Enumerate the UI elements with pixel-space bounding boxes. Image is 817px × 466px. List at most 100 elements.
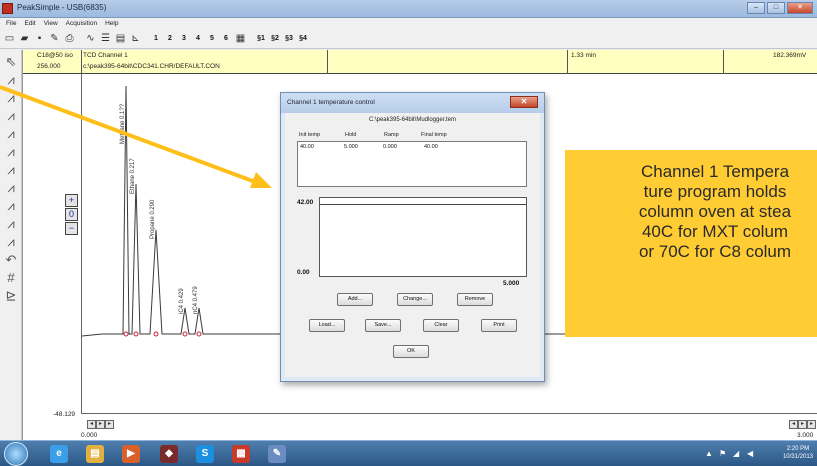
- zoom-out-button[interactable]: −: [65, 222, 78, 235]
- toolbar: ▭ ▰ ▪ ✎ ⎙ ∿ ☰ ▤ ⊾ 1 2 3 4 5 6 ▦ §1 §2 §3…: [0, 29, 817, 49]
- peak-marker-ethane: [133, 331, 139, 337]
- scroll-right-start-icon[interactable]: ◂: [789, 420, 798, 429]
- scroll-left-controls: ◂ ▸ ▸: [87, 420, 114, 429]
- col-hold: Hold: [345, 132, 357, 138]
- paint-icon[interactable]: ✎: [268, 445, 286, 463]
- annotation-callout: Channel 1 Tempera ture program holds col…: [565, 150, 817, 337]
- peak-label-propane: Propane 0.290: [150, 199, 156, 239]
- minimize-button[interactable]: –: [747, 2, 765, 14]
- integrate-icon[interactable]: ∿: [84, 32, 97, 45]
- peak-label-nc4: nC4 0.479: [193, 286, 199, 314]
- peak-tool-icon[interactable]: ⩘: [3, 72, 19, 88]
- edit-icon[interactable]: ✎: [48, 32, 61, 45]
- flag-icon[interactable]: ⚑: [719, 449, 726, 458]
- chromatogram-file: c:\peak395-64bit\CDC341.CHR/DEFAULT.CON: [83, 63, 220, 70]
- grid-icon[interactable]: #: [3, 270, 19, 286]
- list-icon[interactable]: ☰: [99, 32, 112, 45]
- overlay-icon[interactable]: ▦: [234, 32, 247, 45]
- peak-tool-icon[interactable]: ⩘: [3, 108, 19, 124]
- group-3-button[interactable]: §3: [283, 32, 295, 45]
- zoom-reset-button[interactable]: 0: [65, 208, 78, 221]
- save-icon[interactable]: ▪: [33, 32, 46, 45]
- start-button[interactable]: [4, 442, 28, 466]
- peak-marker-ic4: [182, 331, 188, 337]
- zoom-in-button[interactable]: +: [65, 194, 78, 207]
- clear-button[interactable]: Clear: [423, 319, 459, 332]
- peak-tool-icon[interactable]: ⩘: [3, 180, 19, 196]
- channel-4-button[interactable]: 4: [192, 32, 204, 45]
- peaksimple-task-icon[interactable]: ▦: [232, 445, 250, 463]
- row-init-temp: 40.00: [300, 144, 314, 150]
- remove-button[interactable]: Remove: [457, 293, 493, 306]
- scroll-left-icon[interactable]: ▸: [96, 420, 105, 429]
- title-bar: PeakSimple - USB(6835) – □ ✕: [0, 0, 817, 18]
- col-init-temp: Init temp: [299, 132, 321, 138]
- peak-tool-icon[interactable]: ⩘: [3, 162, 19, 178]
- cursor-signal: 182.369mV: [773, 52, 807, 59]
- dialog-close-button[interactable]: ✕: [510, 96, 538, 108]
- chart-icon[interactable]: ⊾: [129, 32, 142, 45]
- channel-3-button[interactable]: 3: [178, 32, 190, 45]
- peak-tool-icon[interactable]: ⩘: [3, 198, 19, 214]
- peak-label-methane: Methane 0.1??: [120, 103, 126, 144]
- scroll-right-end-icon[interactable]: ▸: [807, 420, 816, 429]
- signal-icon[interactable]: ◢: [733, 449, 739, 458]
- new-icon[interactable]: ▭: [3, 32, 16, 45]
- media-player-icon[interactable]: ▶: [122, 445, 140, 463]
- channel-6-button[interactable]: 6: [220, 32, 232, 45]
- col-final-temp: Final temp: [421, 132, 447, 138]
- peak-tool-icon[interactable]: ⩘: [3, 144, 19, 160]
- group-4-button[interactable]: §4: [297, 32, 309, 45]
- print-icon[interactable]: ⎙: [63, 32, 76, 45]
- volume-icon[interactable]: ◀: [747, 449, 753, 458]
- change-button[interactable]: Change...: [397, 293, 433, 306]
- group-1-button[interactable]: §1: [255, 32, 267, 45]
- add-button[interactable]: Add...: [337, 293, 373, 306]
- scroll-left-start-icon[interactable]: ◂: [87, 420, 96, 429]
- window-title: PeakSimple - USB(6835): [17, 3, 107, 12]
- dialog-title-bar[interactable]: Channel 1 temperature control ✕: [281, 93, 544, 113]
- menu-file[interactable]: File: [6, 18, 16, 29]
- clock-date: 10/31/2013: [782, 454, 813, 460]
- x-start-label: 0.000: [81, 432, 98, 439]
- pointer-icon[interactable]: ⇖: [3, 54, 19, 70]
- annotation-text: Channel 1 Tempera ture program holds col…: [638, 162, 792, 261]
- taskbar: e ▤ ▶ ◆ S ▦ ✎ ▲ ⚑ ◢ ◀ 2:20 PM 10/31/2013: [0, 440, 817, 466]
- temperature-program-list[interactable]: 40.00 5.000 0.000 40.00: [297, 141, 527, 187]
- x-end-label: 3.000: [797, 432, 814, 439]
- peak-tool-icon[interactable]: ⩘: [3, 90, 19, 106]
- menu-help[interactable]: Help: [105, 18, 118, 29]
- channel-5-button[interactable]: 5: [206, 32, 218, 45]
- peak-tool-icon[interactable]: ⩘: [3, 216, 19, 232]
- internet-explorer-icon[interactable]: e: [50, 445, 68, 463]
- menu-edit[interactable]: Edit: [24, 18, 35, 29]
- peak-tool-icon[interactable]: ⩘: [3, 126, 19, 142]
- menu-acquisition[interactable]: Acquisition: [66, 18, 97, 29]
- load-button[interactable]: Load...: [309, 319, 345, 332]
- print-button[interactable]: Print: [481, 319, 517, 332]
- skype-icon[interactable]: S: [196, 445, 214, 463]
- table-icon[interactable]: ▤: [114, 32, 127, 45]
- graph-x-end: 5.000: [503, 280, 520, 287]
- close-button[interactable]: ✕: [787, 2, 813, 14]
- scroll-left-end-icon[interactable]: ▸: [105, 420, 114, 429]
- scroll-right-icon[interactable]: ▸: [798, 420, 807, 429]
- clock[interactable]: 2:20 PM 10/31/2013: [783, 445, 813, 461]
- menu-view[interactable]: View: [44, 18, 58, 29]
- peak-tool-icon[interactable]: ⩘: [3, 234, 19, 250]
- group-2-button[interactable]: §2: [269, 32, 281, 45]
- calibrate-icon[interactable]: ⊵: [3, 288, 19, 304]
- undo-icon[interactable]: ↶: [3, 252, 19, 268]
- channel-2-button[interactable]: 2: [164, 32, 176, 45]
- shield-icon[interactable]: ◆: [160, 445, 178, 463]
- temperature-profile-line: [320, 204, 526, 205]
- open-icon[interactable]: ▰: [18, 32, 31, 45]
- save-button[interactable]: Save...: [365, 319, 401, 332]
- detector-name: TCD Channel 1: [83, 52, 128, 59]
- network-icon[interactable]: ▲: [705, 449, 713, 458]
- row-ramp: 0.000: [383, 144, 397, 150]
- file-explorer-icon[interactable]: ▤: [86, 445, 104, 463]
- ok-button[interactable]: OK: [393, 345, 429, 358]
- channel-1-button[interactable]: 1: [150, 32, 162, 45]
- maximize-button[interactable]: □: [767, 2, 785, 14]
